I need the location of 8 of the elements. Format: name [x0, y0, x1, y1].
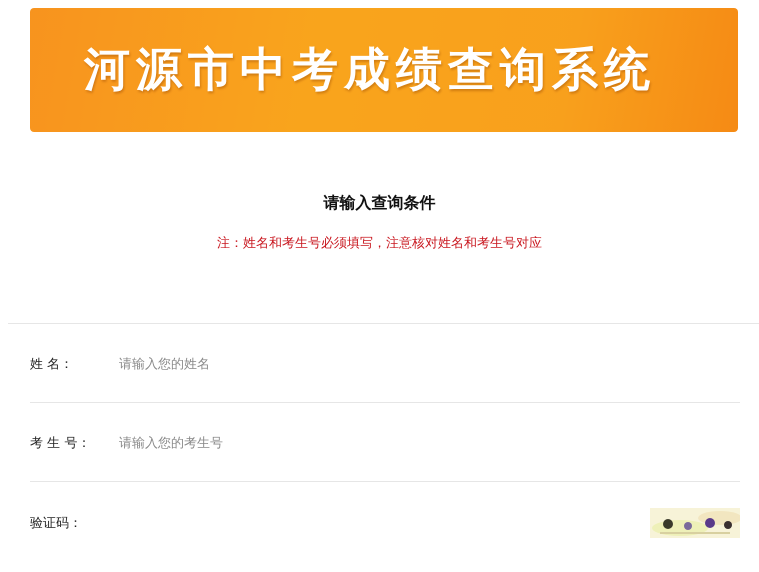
input-field[interactable]: 请输入您的考生号: [119, 432, 740, 454]
form-heading: 请输入查询条件: [324, 193, 436, 214]
field-label: 考 生 号：: [30, 435, 92, 452]
input-field[interactable]: 请输入您的姓名: [119, 352, 740, 376]
field-label: 验证码：: [30, 514, 83, 532]
banner-title: 河源市中考成绩查询系统: [84, 41, 656, 98]
notice-text: 注：姓名和考生号必须填写，注意核对姓名和考生号对应: [217, 235, 542, 252]
field-label: 姓 名：: [30, 356, 74, 373]
